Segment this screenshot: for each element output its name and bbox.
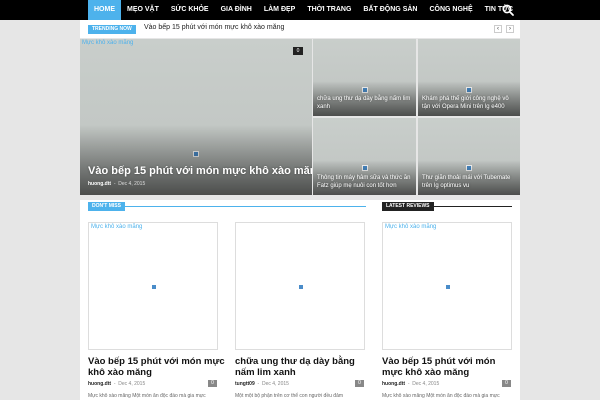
broken-image-icon — [151, 284, 157, 290]
post-thumbnail[interactable] — [235, 222, 365, 350]
image-alt-text: Mực khô xào măng — [91, 224, 143, 230]
dont-miss-block: DON'T MISS Mực khô xào măng Vào bếp 15 p… — [80, 200, 374, 400]
nav-item-gia-dinh[interactable]: GIA ĐÌNH — [215, 0, 258, 20]
latest-reviews-label: LATEST REVIEWS — [382, 202, 434, 211]
block-header: DON'T MISS — [88, 202, 366, 211]
nav-item-meo-vat[interactable]: MẸO VẶT — [121, 0, 165, 20]
post-title[interactable]: Vào bếp 15 phút với món mực khô xào măng — [382, 356, 516, 378]
nav-item-cong-nghe[interactable]: CÔNG NGHỆ — [423, 0, 478, 20]
trending-next-button[interactable]: › — [506, 25, 514, 33]
post-date: Dec 4, 2015 — [118, 181, 146, 187]
post-author[interactable]: tungtt09 — [235, 381, 255, 387]
post-date: Dec 4, 2015 — [118, 381, 146, 387]
comment-count-badge[interactable]: 0 — [293, 47, 303, 55]
trending-link[interactable]: Vào bếp 15 phút với món mực khô xào măng — [144, 24, 284, 31]
trending-badge: TRENDING NOW — [88, 25, 136, 34]
broken-image-icon — [298, 284, 304, 290]
nav-item-suc-khoe[interactable]: SỨC KHỎE — [165, 0, 215, 20]
meta-separator: - — [406, 381, 411, 387]
search-icon[interactable] — [500, 2, 516, 18]
meta-separator: - — [112, 181, 117, 187]
post-meta: huong.dtt - Dec 4, 2015 — [88, 381, 145, 387]
post-excerpt: Mực khô xào măng Một món ăn độc đáo mà g… — [88, 393, 206, 399]
meta-separator: - — [256, 381, 261, 387]
post-meta: tungtt09 - Dec 4, 2015 — [235, 381, 289, 387]
post-excerpt: Một một bộ phận trên cơ thể con người đề… — [235, 393, 344, 399]
post-thumbnail[interactable]: Mực khô xào măng — [382, 222, 512, 350]
post-date: Dec 4, 2015 — [412, 381, 440, 387]
hero-small-title[interactable]: chữa ung thư dạ dày bằng nấm lim xanh — [317, 95, 415, 111]
nav-item-bat-dong-san[interactable]: BẤT ĐỘNG SẢN — [357, 0, 423, 20]
block-header: LATEST REVIEWS — [382, 202, 512, 211]
hero-small-title[interactable]: Thư giãn thoải mái với Tubemate trên lg … — [422, 174, 518, 190]
hero-small-post[interactable]: chữa ung thư dạ dày bằng nấm lim xanh — [313, 39, 416, 116]
nav-item-lam-dep[interactable]: LÀM ĐẸP — [258, 0, 302, 20]
meta-separator: - — [112, 381, 117, 387]
nav-item-thoi-trang[interactable]: THỜI TRANG — [301, 0, 357, 20]
image-alt-text: Mực khô xào măng — [385, 224, 437, 230]
post-thumbnail[interactable]: Mực khô xào măng — [88, 222, 218, 350]
comment-count-badge[interactable]: 0 — [355, 380, 364, 387]
post-title[interactable]: Vào bếp 15 phút với món mực khô xào măng — [88, 356, 228, 378]
post-title[interactable]: chữa ung thư dạ dày bằng nấm lim xanh — [235, 356, 371, 378]
top-navigation: HOME MẸO VẶT SỨC KHỎE GIA ĐÌNH LÀM ĐẸP T… — [0, 0, 600, 20]
image-alt-text: Mực khô xào măng — [82, 40, 134, 46]
hero-small-post[interactable]: Thông tin máy hâm sữa và thức ăn Fatz gi… — [313, 118, 416, 195]
trending-bar: TRENDING NOW Vào bếp 15 phút với món mực… — [80, 20, 520, 38]
hero-small-post[interactable]: Khám phá thế giới công nghệ vô tận với O… — [418, 39, 520, 116]
main-menu: HOME MẸO VẶT SỨC KHỎE GIA ĐÌNH LÀM ĐẸP T… — [88, 0, 519, 20]
hero-small-post[interactable]: Thư giãn thoải mái với Tubemate trên lg … — [418, 118, 520, 195]
post-date: Dec 4, 2015 — [261, 381, 289, 387]
hero-main-post[interactable]: Mực khô xào măng 0 Vào bếp 15 phút với m… — [80, 39, 312, 195]
comment-count-badge[interactable]: 0 — [208, 380, 217, 387]
hero-small-title[interactable]: Khám phá thế giới công nghệ vô tận với O… — [422, 95, 518, 111]
broken-image-icon — [445, 284, 451, 290]
post-meta: huong.dtt - Dec 4, 2015 — [88, 181, 145, 187]
nav-item-home[interactable]: HOME — [88, 0, 121, 20]
post-meta: huong.dtt - Dec 4, 2015 — [382, 381, 439, 387]
post-excerpt: Mực khô xào măng Một món ăn độc đáo mà g… — [382, 393, 500, 399]
comment-count-badge[interactable]: 0 — [502, 380, 511, 387]
hero-main-title[interactable]: Vào bếp 15 phút với món mực khô xào măng — [88, 165, 312, 177]
trending-prev-button[interactable]: ‹ — [494, 25, 502, 33]
hero-small-title[interactable]: Thông tin máy hâm sữa và thức ăn Fatz gi… — [317, 174, 415, 190]
latest-reviews-block: LATEST REVIEWS Mực khô xào măng Vào bếp … — [374, 200, 520, 400]
dont-miss-label: DON'T MISS — [88, 202, 125, 211]
post-author[interactable]: huong.dtt — [382, 381, 405, 387]
post-author[interactable]: huong.dtt — [88, 181, 111, 187]
post-author[interactable]: huong.dtt — [88, 381, 111, 387]
